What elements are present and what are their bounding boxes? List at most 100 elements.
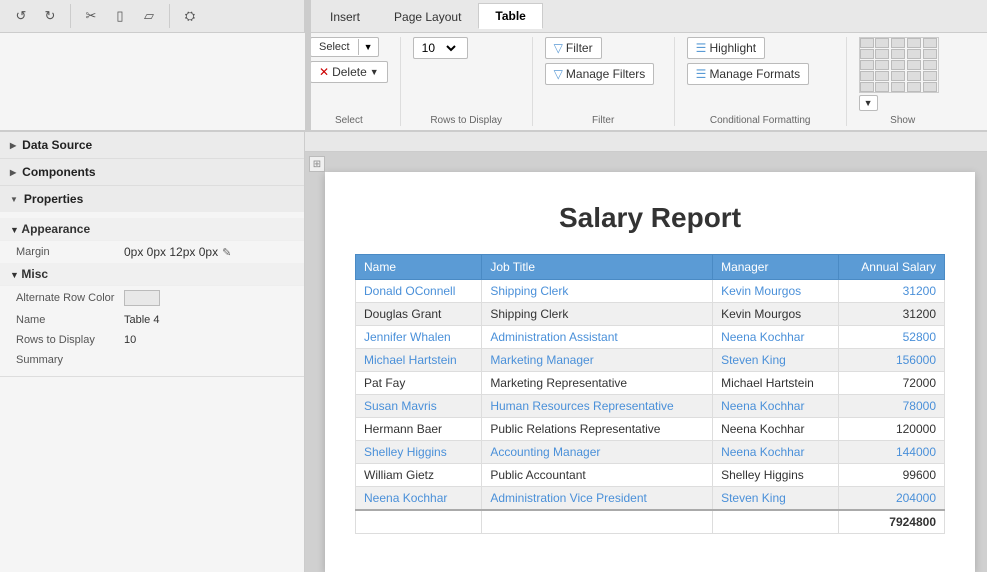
- alt-row-color-label: Alternate Row Color: [16, 292, 116, 304]
- conditional-group-content: ☰ Highlight ☰ Manage Formats: [687, 37, 834, 111]
- table-cell: Administration Assistant: [482, 326, 713, 349]
- rows-display-value: 10: [124, 334, 136, 346]
- ribbon: Select ▼ ✕ Delete ▼ Select: [0, 33, 987, 131]
- table-row: Jennifer WhalenAdministration AssistantN…: [356, 326, 945, 349]
- manage-formats-icon: ☰: [696, 67, 707, 81]
- filter-label: Filter: [566, 41, 593, 55]
- main-area: ▶ Data Source ▶ Components ▼ Properties …: [0, 132, 987, 572]
- filter-group-content: ▽ Filter ▽ Manage Filters: [545, 37, 662, 111]
- options-button[interactable]: ⛭: [177, 4, 203, 28]
- show-cell-2: [891, 38, 905, 48]
- summary-cell: [482, 510, 713, 534]
- table-row: Pat FayMarketing RepresentativeMichael H…: [356, 372, 945, 395]
- page-corner-icon: ⊞: [309, 156, 325, 172]
- components-header[interactable]: ▶ Components: [0, 159, 304, 185]
- name-label: Name: [16, 314, 116, 326]
- table-header: Name Job Title Manager Annual Salary: [356, 255, 945, 280]
- components-label: Components: [22, 165, 95, 179]
- properties-content: ▼ Appearance Margin 0px 0px 12px 0px ✎ ▼…: [0, 212, 304, 376]
- show-cell-20: [860, 82, 874, 92]
- tab-table[interactable]: Table: [478, 3, 542, 29]
- delete-row: ✕ Delete ▼: [310, 61, 388, 83]
- margin-text: 0px 0px 12px 0px: [124, 245, 218, 259]
- rows-select[interactable]: 10 10 25 50: [413, 37, 468, 59]
- show-cell-6: [875, 49, 889, 59]
- table-cell: Hermann Baer: [356, 418, 482, 441]
- table-cell: Neena Kochhar: [713, 418, 839, 441]
- table-cell: Jennifer Whalen: [356, 326, 482, 349]
- select-dropdown[interactable]: Select ▼: [310, 37, 379, 57]
- highlight-button[interactable]: ☰ Highlight: [687, 37, 765, 59]
- table-cell: Michael Hartstein: [713, 372, 839, 395]
- copy-button[interactable]: ▯: [107, 4, 133, 28]
- tab-insert[interactable]: Insert: [313, 4, 377, 29]
- ruler-svg: const marks = [50,100,150,200,250,300,35…: [319, 132, 987, 152]
- table-cell: 31200: [839, 303, 945, 326]
- select-group-label: Select: [310, 111, 388, 126]
- table-body: Donald OConnellShipping ClerkKevin Mourg…: [356, 280, 945, 534]
- manage-formats-button[interactable]: ☰ Manage Formats: [687, 63, 809, 85]
- table-cell: 156000: [839, 349, 945, 372]
- table-row: Hermann BaerPublic Relations Representat…: [356, 418, 945, 441]
- canvas-area[interactable]: const marks = [50,100,150,200,250,300,35…: [305, 132, 987, 572]
- conditional-group-label: Conditional Formatting: [687, 111, 834, 126]
- table-cell: Marketing Representative: [482, 372, 713, 395]
- table-cell: Human Resources Representative: [482, 395, 713, 418]
- filter-button[interactable]: ▽ Filter: [545, 37, 602, 59]
- select-group: Select ▼ ✕ Delete ▼ Select: [310, 37, 401, 126]
- select-dropdown-label: Select: [311, 38, 358, 56]
- delete-icon: ✕: [319, 65, 329, 79]
- show-controls: ▼: [859, 95, 947, 111]
- highlight-icon: ☰: [696, 41, 707, 55]
- table-cell: William Gietz: [356, 464, 482, 487]
- properties-header[interactable]: ▼ Properties: [0, 186, 304, 212]
- undo-button[interactable]: ↺: [8, 4, 34, 28]
- show-group-content: for(let i=0;i<25;i++) document.write('<d…: [859, 37, 947, 93]
- table-cell: Neena Kochhar: [356, 487, 482, 511]
- show-cell-4: [923, 38, 937, 48]
- appearance-label: Appearance: [21, 222, 90, 236]
- misc-label: Misc: [21, 267, 48, 281]
- manage-formats-row: ☰ Manage Formats: [687, 63, 834, 85]
- show-arrow-btn[interactable]: ▼: [859, 95, 878, 111]
- table-cell: 99600: [839, 464, 945, 487]
- filter-row: ▽ Filter: [545, 37, 662, 59]
- show-group: for(let i=0;i<25;i++) document.write('<d…: [859, 37, 959, 126]
- rows-display-label: Rows to Display: [16, 334, 116, 346]
- redo-button[interactable]: ↻: [37, 4, 63, 28]
- name-row: Name Table 4: [0, 310, 304, 330]
- report-page: Salary Report Name Job Title Manager Ann…: [325, 172, 975, 572]
- misc-arrow: ▼: [10, 270, 21, 280]
- col-manager: Manager: [713, 255, 839, 280]
- show-cell-3: [907, 38, 921, 48]
- delete-button[interactable]: ✕ Delete ▼: [310, 61, 388, 83]
- color-swatch[interactable]: [124, 290, 160, 306]
- alt-row-color-row: Alternate Row Color: [0, 286, 304, 310]
- rows-select-input[interactable]: 10 25 50: [439, 41, 459, 55]
- show-group-label: Show: [859, 111, 947, 126]
- table-cell: Shipping Clerk: [482, 280, 713, 303]
- table-cell: Marketing Manager: [482, 349, 713, 372]
- manage-filters-label: Manage Filters: [566, 67, 645, 81]
- table-cell: Donald OConnell: [356, 280, 482, 303]
- select-dropdown-arrow[interactable]: ▼: [358, 39, 378, 55]
- header-row: Name Job Title Manager Annual Salary: [356, 255, 945, 280]
- alt-row-color-value: [124, 290, 160, 306]
- left-panel: ▶ Data Source ▶ Components ▼ Properties …: [0, 132, 305, 572]
- margin-edit-icon[interactable]: ✎: [222, 246, 231, 259]
- tab-page-layout[interactable]: Page Layout: [377, 4, 478, 29]
- canvas-content: ⊞ Salary Report Name Job Title Manager A…: [305, 152, 987, 572]
- show-cell-18: [907, 71, 921, 81]
- manage-filters-button[interactable]: ▽ Manage Filters: [545, 63, 655, 85]
- table-cell: 52800: [839, 326, 945, 349]
- table-cell: 78000: [839, 395, 945, 418]
- margin-row: Margin 0px 0px 12px 0px ✎: [0, 241, 304, 263]
- show-cell-19: [923, 71, 937, 81]
- rows-value: 10: [422, 41, 435, 55]
- appearance-subsection: ▼ Appearance: [0, 218, 304, 241]
- data-source-header[interactable]: ▶ Data Source: [0, 132, 304, 158]
- cut-button[interactable]: ✂: [78, 4, 104, 28]
- summary-row: Summary: [0, 350, 304, 370]
- paste-button[interactable]: ▱: [136, 4, 162, 28]
- delete-arrow[interactable]: ▼: [370, 67, 379, 77]
